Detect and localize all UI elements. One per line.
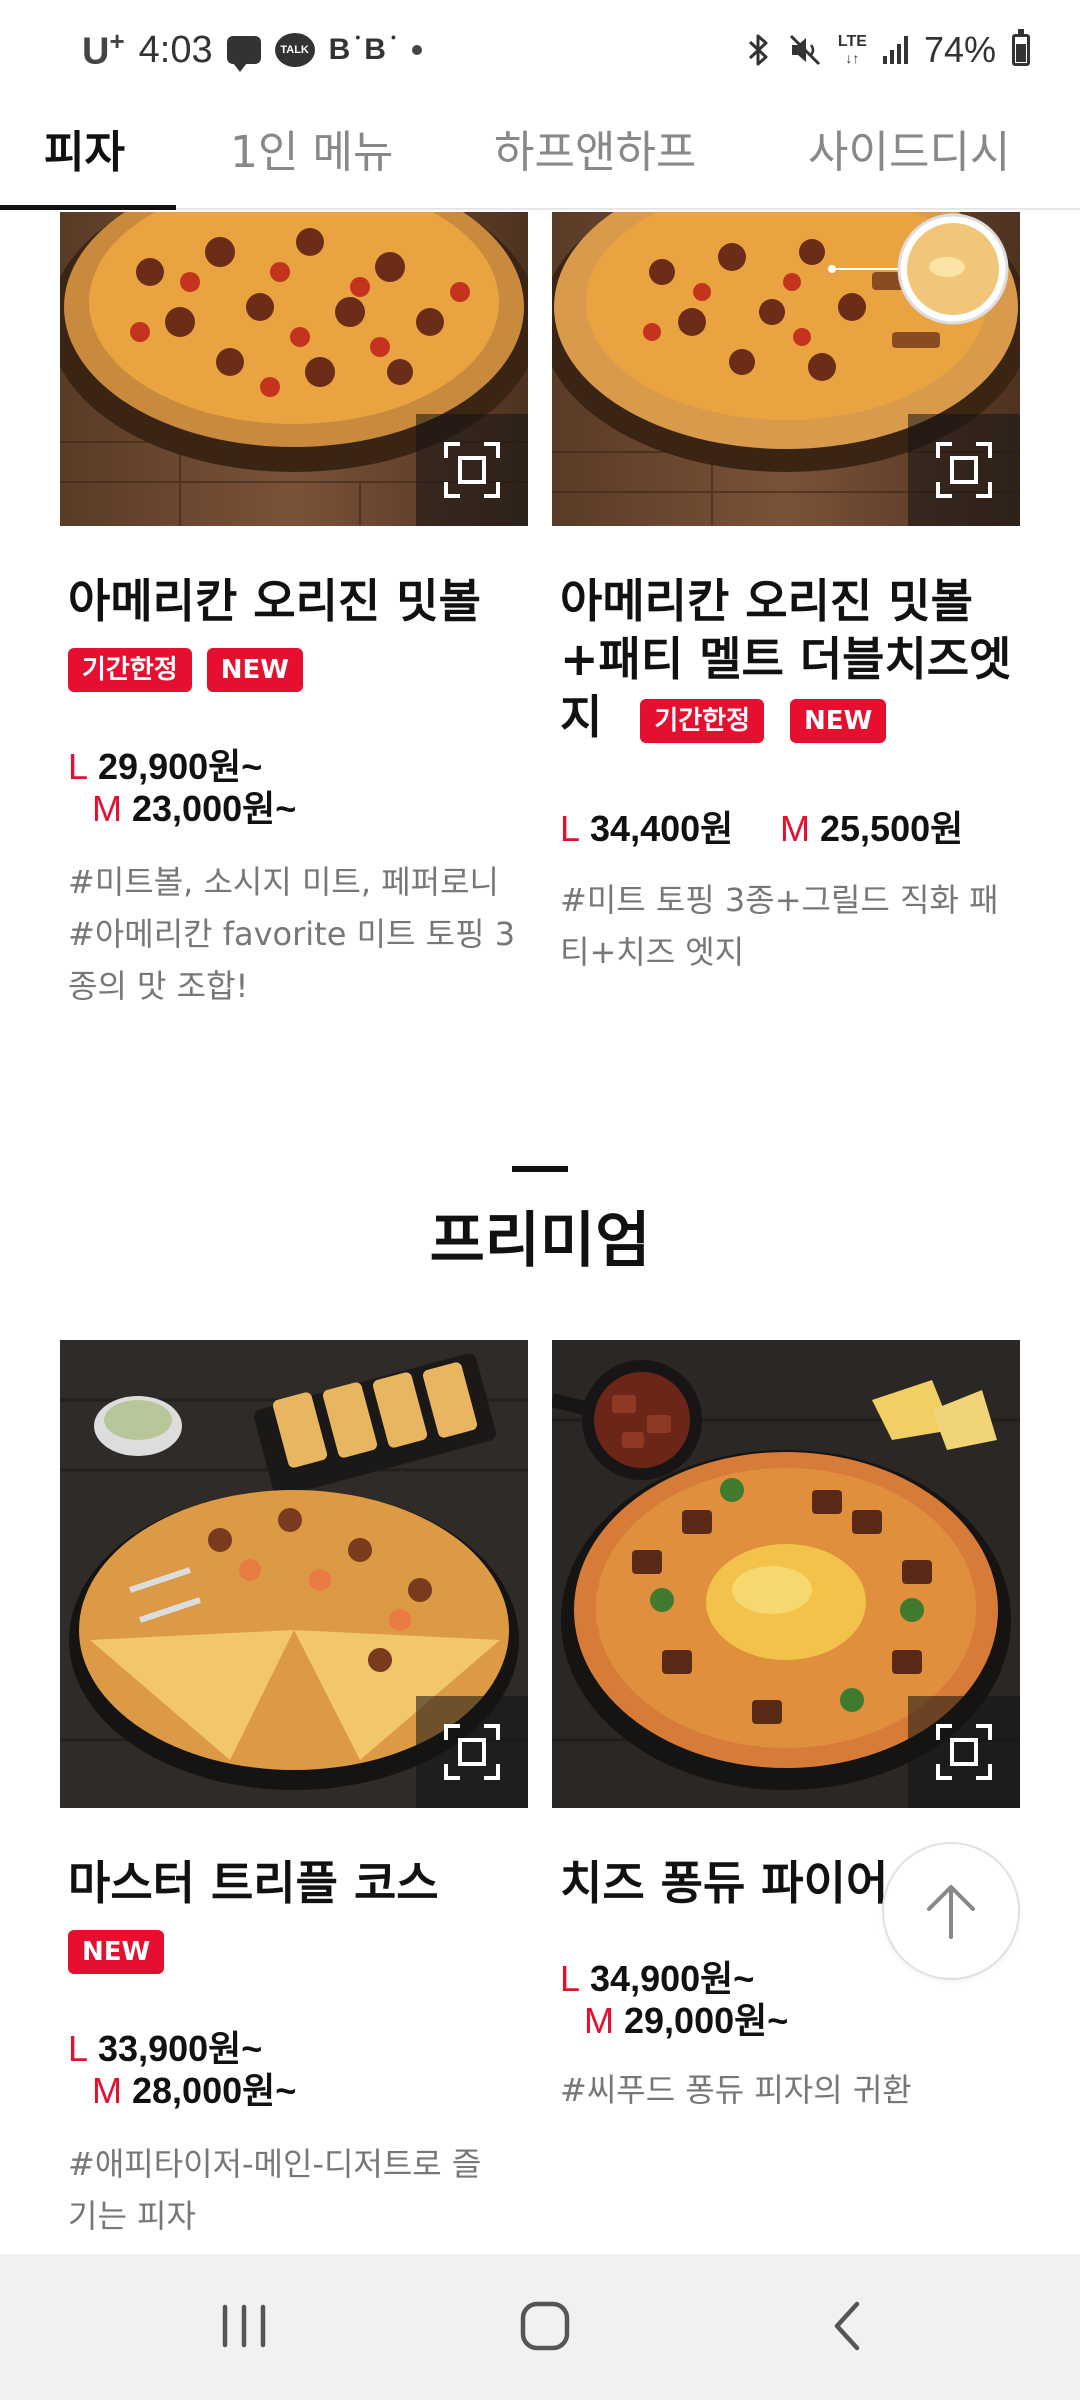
message-icon <box>226 36 261 72</box>
price-medium: M 28,000원~ <box>92 2070 297 2111</box>
mute-icon <box>788 33 822 67</box>
category-tabs: 피자 1인 메뉴 하프앤하프 사이드디시 <box>0 98 1080 210</box>
zoom-frame-icon <box>444 442 500 498</box>
zoom-frame-icon <box>936 1724 992 1780</box>
signal-icon <box>882 36 908 64</box>
new-badge: NEW <box>206 648 303 692</box>
product-image-meatball-patty-melt[interactable] <box>552 212 1020 526</box>
b-app-icon: B • <box>364 29 396 66</box>
bluetooth-icon <box>744 33 772 67</box>
tab-pizza[interactable]: 피자 <box>44 116 125 180</box>
tab-side-dish[interactable]: 사이드디시 <box>808 116 1010 180</box>
product-description: #미트 토핑 3종+그릴드 직화 패 티+치즈 엣지 <box>560 881 999 971</box>
product-name-line: 치즈 퐁듀 파이어 <box>560 1856 889 1910</box>
more-notifications-dot <box>411 45 422 55</box>
new-badge: NEW <box>790 698 887 743</box>
zoom-button[interactable] <box>908 414 1020 526</box>
price-medium: M 29,000원~ <box>584 2000 789 2041</box>
price-large: L 34,400원 <box>560 808 734 849</box>
back-button[interactable] <box>807 2294 887 2358</box>
product-name-line: 마스터 트리플 코스 <box>68 1856 439 1910</box>
product-name[interactable]: 마스터 트리플 코스 <box>68 1854 528 1912</box>
product-name[interactable]: 아메리칸 오리진 밋볼 <box>68 572 528 630</box>
product-description: #애피타이저-메인-디저트로 즐 기는 피자 <box>68 2145 482 2235</box>
b-app-icon: B • <box>328 29 361 66</box>
badge-row: NEW <box>68 1930 165 1974</box>
product-image-master-triple-course[interactable] <box>60 1340 528 1808</box>
section-title: 프리미엄 <box>429 1206 651 1276</box>
status-bar: U+ 4:03 TALK B • B • LTE ↓↑ 74% <box>0 0 1080 98</box>
recent-apps-button[interactable] <box>204 2294 284 2358</box>
zoom-frame-icon <box>936 442 992 498</box>
status-left: U+ 4:03 TALK B • B • <box>82 22 422 78</box>
active-tab-indicator <box>0 205 176 210</box>
zoom-button[interactable] <box>416 414 528 526</box>
scroll-to-top-button[interactable] <box>882 1842 1020 1980</box>
section-divider <box>512 1166 568 1172</box>
arrow-up-icon <box>927 1885 975 1939</box>
zoom-button[interactable] <box>908 1696 1020 1808</box>
product-image-american-origin-meatball[interactable] <box>60 212 528 526</box>
badge-row: 기간한정 NEW <box>68 648 303 692</box>
home-button[interactable] <box>505 2294 585 2358</box>
limited-time-badge: 기간한정 <box>640 698 765 743</box>
price-medium: M 23,000원~ <box>92 788 297 829</box>
product-image-cheese-fondue-fire[interactable] <box>552 1340 1020 1808</box>
battery-icon <box>1012 29 1030 66</box>
product-description: #씨푸드 퐁듀 피자의 귀환 <box>560 2071 912 2109</box>
back-icon <box>834 2301 860 2351</box>
lte-icon: LTE ↓↑ <box>837 33 867 67</box>
product-name[interactable]: 아메리칸 오리진 밋볼 +패티 멜트 더블치즈엣 지 기간한정 NEW <box>560 572 1030 746</box>
product-name-line: 지 기간한정 NEW <box>560 688 1030 746</box>
product-name-line: 아메리칸 오리진 밋볼 <box>560 574 973 628</box>
battery-percent: 74% <box>923 29 996 70</box>
recent-apps-icon <box>222 2304 266 2348</box>
price-medium: M 25,500원 <box>780 808 964 849</box>
product-description: #미트볼, 소시지 미트, 페퍼로니 #아메리칸 favorite 미트 토핑 … <box>68 863 516 1005</box>
home-icon <box>520 2301 570 2351</box>
status-right: LTE ↓↑ 74% <box>744 22 1030 78</box>
tab-half-and-half[interactable]: 하프앤하프 <box>494 116 696 180</box>
tab-single-menu[interactable]: 1인 메뉴 <box>230 116 393 180</box>
limited-time-badge: 기간한정 <box>68 648 192 692</box>
product-name[interactable]: 치즈 퐁듀 파이어 <box>560 1854 890 1912</box>
new-badge: NEW <box>68 1930 165 1974</box>
zoom-frame-icon <box>444 1724 500 1780</box>
kakaotalk-icon: TALK <box>274 33 315 67</box>
product-name-line: 아메리칸 오리진 밋볼 <box>68 574 481 628</box>
clock: 4:03 <box>138 28 213 71</box>
zoom-button[interactable] <box>416 1696 528 1808</box>
carrier-label: U+ <box>82 26 125 73</box>
product-name-line: +패티 멜트 더블치즈엣 <box>560 632 1012 686</box>
system-navigation-bar <box>0 2254 1080 2400</box>
